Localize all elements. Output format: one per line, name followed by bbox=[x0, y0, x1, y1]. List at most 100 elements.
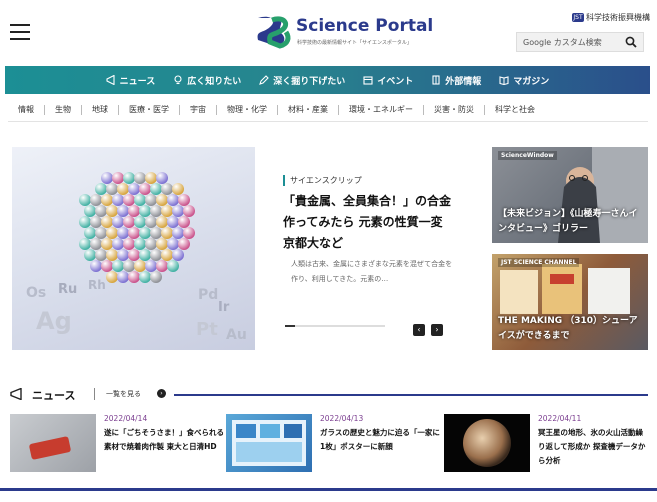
alloy-ball bbox=[79, 194, 91, 206]
slider-prev-button[interactable]: ‹ bbox=[413, 324, 425, 336]
lightbulb-icon bbox=[174, 75, 182, 85]
alloy-ball bbox=[117, 205, 129, 217]
side-card-science-channel[interactable]: JST SCIENCE CHANNEL THE MAKING （310）シューア… bbox=[492, 254, 648, 350]
category-item[interactable]: 環境・エネルギー bbox=[339, 104, 424, 115]
slider-next-button[interactable]: › bbox=[431, 324, 443, 336]
meat-photo bbox=[29, 436, 71, 460]
search-input[interactable]: Google カスタム検索 bbox=[516, 32, 644, 52]
site-logo[interactable]: Science Portal 科学技術の最新情報サイト「サイエンスポータル」 bbox=[252, 14, 433, 50]
news-headline[interactable]: 冥王星の地形、氷の火山活動繰り返して形成か 探査機データから分析 bbox=[538, 426, 648, 468]
alloy-ball bbox=[183, 227, 195, 239]
alloy-ball bbox=[161, 227, 173, 239]
nav-news-label: ニュース bbox=[119, 76, 156, 87]
alloy-ball bbox=[134, 194, 146, 206]
category-item[interactable]: 材料・産業 bbox=[278, 104, 339, 115]
alloy-ball bbox=[178, 238, 190, 250]
hero-excerpt: 人類は古来、金属にさまざまな元素を混ぜて合金を作り、利用してきた。元素の… bbox=[291, 260, 453, 283]
news-section-title: ニュース bbox=[32, 389, 76, 402]
category-item[interactable]: 宇宙 bbox=[180, 104, 217, 115]
news-item[interactable]: 2022/04/14 遂に「ごちそうさま！」食べられる素材で焼着肉作製 東大と日… bbox=[10, 414, 228, 476]
news-item[interactable]: 2022/04/13 ガラスの歴史と魅力に迫る「一家に1枚」ポスターに新顔 bbox=[226, 414, 444, 476]
alloy-ball bbox=[101, 238, 113, 250]
alloy-ball bbox=[150, 227, 162, 239]
category-item[interactable]: 科学と社会 bbox=[485, 105, 545, 115]
news-more-link[interactable]: 一覧を見る bbox=[106, 389, 141, 399]
alloy-ball bbox=[161, 205, 173, 217]
alloy-ball bbox=[101, 260, 113, 272]
footer-divider bbox=[0, 488, 657, 491]
hero-title[interactable]: 「貴金属、全員集合！」の合金作ってみたら 元素の性質一変 京都大など bbox=[283, 191, 455, 254]
element-label: Ir bbox=[218, 300, 230, 315]
alloy-ball bbox=[161, 183, 173, 195]
news-headline[interactable]: ガラスの歴史と魅力に迫る「一家に1枚」ポスターに新顔 bbox=[320, 426, 444, 454]
nav-events[interactable]: イベント bbox=[354, 74, 422, 87]
alloy-ball bbox=[156, 260, 168, 272]
alloy-ball bbox=[139, 249, 151, 261]
divider bbox=[174, 394, 648, 396]
category-item[interactable]: 医療・医学 bbox=[119, 104, 180, 115]
element-label: Os bbox=[26, 285, 46, 301]
alloy-ball bbox=[128, 205, 140, 217]
agency-link[interactable]: JST 科学技術振興機構 bbox=[572, 12, 650, 23]
nav-dig-deeper-label: 深く掘り下げたい bbox=[273, 76, 346, 87]
hero-tag[interactable]: サイエンスクリップ bbox=[283, 175, 362, 186]
alloy-ball bbox=[156, 238, 168, 250]
alloy-ball bbox=[134, 172, 146, 184]
hero-image[interactable]: Os Ru Rh Ag Pd Ir Pt Au bbox=[12, 147, 255, 350]
alloy-ball bbox=[150, 249, 162, 261]
news-date: 2022/04/13 bbox=[320, 414, 364, 423]
alloy-ball bbox=[156, 194, 168, 206]
category-item[interactable]: 物理・化学 bbox=[217, 104, 278, 115]
category-item[interactable]: 災害・防災 bbox=[424, 104, 485, 115]
alloy-ball bbox=[90, 238, 102, 250]
alloy-ball bbox=[117, 227, 129, 239]
nav-news[interactable]: ニュース bbox=[97, 74, 165, 87]
alloy-ball bbox=[134, 238, 146, 250]
alloy-ball bbox=[90, 216, 102, 228]
alloy-ball bbox=[123, 194, 135, 206]
alloy-ball bbox=[128, 249, 140, 261]
alloy-ball bbox=[172, 183, 184, 195]
alloy-ball bbox=[117, 249, 129, 261]
category-item[interactable]: 生物 bbox=[45, 104, 82, 115]
news-thumbnail[interactable] bbox=[444, 414, 530, 472]
alloy-ball bbox=[156, 172, 168, 184]
alloy-ball bbox=[139, 271, 151, 283]
alloy-ball bbox=[145, 194, 157, 206]
side-card-science-window[interactable]: ScienceWindow 【未来ビジョン】《山極寿一さんインタビュー》ゴリラー bbox=[492, 147, 648, 243]
chevron-right-icon[interactable]: › bbox=[157, 389, 166, 398]
alloy-ball bbox=[139, 183, 151, 195]
news-item[interactable]: 2022/04/11 冥王星の地形、氷の火山活動繰り返して形成か 探査機データか… bbox=[444, 414, 648, 476]
poster-photo bbox=[232, 420, 306, 466]
alloy-ball bbox=[112, 194, 124, 206]
alloy-ball bbox=[79, 238, 91, 250]
nav-dig-deeper[interactable]: 深く掘り下げたい bbox=[250, 74, 354, 87]
news-section-header: ニュース 一覧を見る › bbox=[10, 386, 648, 404]
nav-learn-broadly[interactable]: 広く知りたい bbox=[164, 74, 250, 87]
alloy-ball bbox=[167, 216, 179, 228]
news-thumbnail[interactable] bbox=[10, 414, 96, 472]
nav-external-info[interactable]: 外部情報 bbox=[422, 74, 490, 87]
news-thumbnail[interactable] bbox=[226, 414, 312, 472]
hero-article-card[interactable]: サイエンスクリップ 「貴金属、全員集合！」の合金作ってみたら 元素の性質一変 京… bbox=[255, 147, 477, 350]
alloy-ball bbox=[84, 249, 96, 261]
nav-magazine[interactable]: マガジン bbox=[490, 74, 558, 87]
category-nav: 情報 生物 地球 医療・医学 宇宙 物理・化学 材料・産業 環境・エネルギー 災… bbox=[8, 98, 648, 122]
search-icon[interactable] bbox=[625, 36, 637, 48]
nav-events-label: イベント bbox=[377, 76, 414, 87]
element-label: Ag bbox=[36, 307, 72, 335]
alloy-ball bbox=[95, 249, 107, 261]
category-item[interactable]: 地球 bbox=[82, 104, 119, 115]
menu-icon[interactable] bbox=[10, 24, 30, 40]
alloy-ball bbox=[134, 216, 146, 228]
alloy-ball bbox=[145, 260, 157, 272]
alloy-ball bbox=[145, 172, 157, 184]
logo-subtitle: 科学技術の最新情報サイト「サイエンスポータル」 bbox=[297, 40, 412, 46]
alloy-ball bbox=[84, 205, 96, 217]
alloy-ball bbox=[123, 260, 135, 272]
alloy-ball bbox=[101, 194, 113, 206]
alloy-ball bbox=[112, 238, 124, 250]
alloy-ball bbox=[156, 216, 168, 228]
category-item[interactable]: 情報 bbox=[8, 104, 45, 115]
news-headline[interactable]: 遂に「ごちそうさま！」食べられる素材で焼着肉作製 東大と日清HD bbox=[104, 426, 228, 454]
